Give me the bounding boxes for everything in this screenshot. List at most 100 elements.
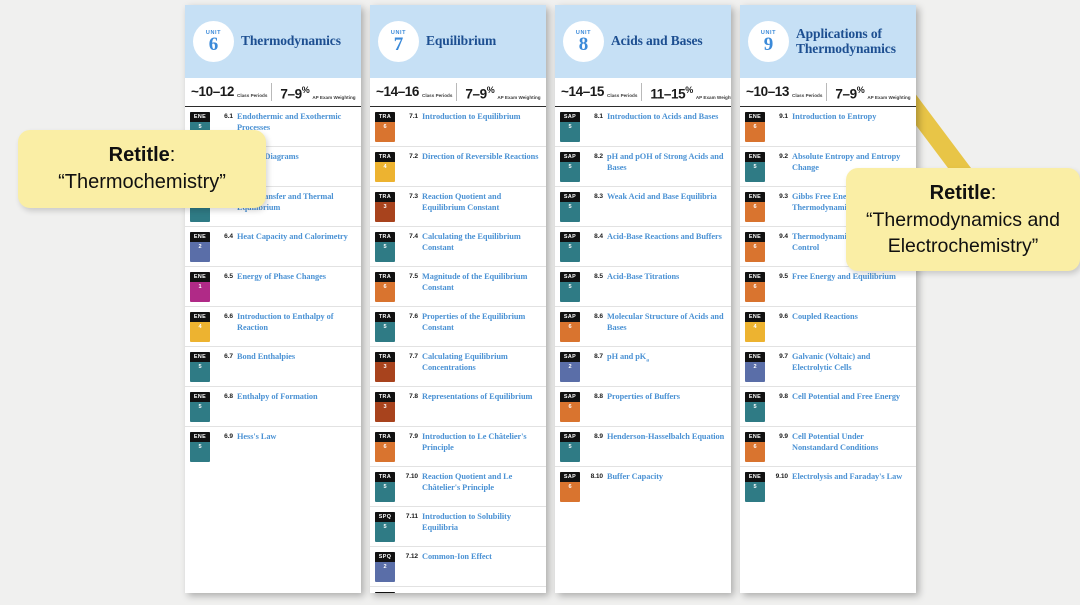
topic-row[interactable]: TRA 5 7.10 Reaction Quotient and Le Châteli… bbox=[370, 467, 546, 507]
topic-title[interactable]: Introduction to Equilibrium bbox=[422, 111, 521, 123]
topic-number: 7.13 bbox=[401, 591, 418, 593]
unit-card[interactable]: UNIT 6 Thermodynamics ~10–12 Class Periods 7–… bbox=[185, 5, 361, 593]
topic-row[interactable]: TRA 5 7.4 Calculating the Equilibrium Const… bbox=[370, 227, 546, 267]
topic-row[interactable]: ENE 5 9.8 Cell Potential and Free Energy bbox=[740, 387, 916, 427]
topic-row[interactable]: ENE 5 6.8 Enthalpy of Formation bbox=[185, 387, 361, 427]
topic-number: 8.1 bbox=[594, 113, 603, 120]
topic-row[interactable]: TRA 4 7.2 Direction of Reversible Reactions bbox=[370, 147, 546, 187]
topic-title[interactable]: Properties of Buffers bbox=[607, 391, 680, 403]
science-practice-number: 5 bbox=[198, 363, 202, 370]
topic-title[interactable]: Buffer Capacity bbox=[607, 471, 663, 483]
topic-title[interactable]: Reaction Quotient and Equilibrium Consta… bbox=[422, 191, 540, 213]
topic-title[interactable]: Introduction to Enthalpy of Reaction bbox=[237, 311, 355, 333]
topic-title[interactable]: Electrolysis and Faraday's Law bbox=[792, 471, 902, 483]
topic-row[interactable]: SAP 5 8.5 Acid-Base Titrations bbox=[555, 267, 731, 307]
topic-row[interactable]: SPQ2 7.13 pH and Solubility bbox=[370, 587, 546, 593]
topic-title[interactable]: Galvanic (Voltaic) and Electrolytic Cell… bbox=[792, 351, 910, 373]
topic-title[interactable]: Acid-Base Reactions and Buffers bbox=[607, 231, 722, 243]
topic-row[interactable]: SAP 5 8.2 pH and pOH of Strong Acids and Ba… bbox=[555, 147, 731, 187]
topic-row[interactable]: ENE 5 6.9 Hess's Law bbox=[185, 427, 361, 466]
topic-row[interactable]: TRA 6 7.5 Magnitude of the Equilibrium Cons… bbox=[370, 267, 546, 307]
big-idea-code: SAP bbox=[560, 432, 580, 442]
topic-title[interactable]: Cell Potential Under Nonstandard Conditi… bbox=[792, 431, 910, 453]
topic-title[interactable]: Hess's Law bbox=[237, 431, 276, 443]
topic-title[interactable]: Molecular Structure of Acids and Bases bbox=[607, 311, 725, 333]
topic-title[interactable]: pH and Solubility bbox=[422, 591, 484, 593]
topic-title[interactable]: Calculating the Equilibrium Constant bbox=[422, 231, 540, 253]
topic-row[interactable]: ENE 5 9.10 Electrolysis and Faraday's Law bbox=[740, 467, 916, 506]
ap-course-units-board: UNIT 6 Thermodynamics ~10–12 Class Periods 7–… bbox=[185, 5, 925, 593]
unit-card[interactable]: UNIT 9 Applications of Thermodynamics ~10–1… bbox=[740, 5, 916, 593]
topic-row[interactable]: TRA 6 7.9 Introduction to Le Châtelier's Pr… bbox=[370, 427, 546, 467]
topic-row[interactable]: SPQ 5 7.11 Introduction to Solubility Equil… bbox=[370, 507, 546, 547]
topic-title[interactable]: Bond Enthalpies bbox=[237, 351, 295, 363]
big-idea-code: TRA bbox=[375, 192, 395, 202]
topic-row[interactable]: ENE 1 6.5 Energy of Phase Changes bbox=[185, 267, 361, 307]
big-idea-tag: ENE 6 bbox=[745, 232, 765, 262]
topic-row[interactable]: TRA 3 7.8 Representations of Equilibrium bbox=[370, 387, 546, 427]
topic-title[interactable]: Common-Ion Effect bbox=[422, 551, 492, 563]
topic-title-subscript: a bbox=[646, 357, 649, 364]
topic-title[interactable]: Introduction to Le Châtelier's Principle bbox=[422, 431, 540, 453]
topic-row[interactable]: ENE 5 6.7 Bond Enthalpies bbox=[185, 347, 361, 387]
topic-row[interactable]: SAP 6 8.10 Buffer Capacity bbox=[555, 467, 731, 506]
big-idea-tag: SAP 5 bbox=[560, 112, 580, 142]
science-practice-number: 6 bbox=[753, 243, 757, 250]
topic-title[interactable]: pH and pKa bbox=[607, 351, 649, 366]
topic-title[interactable]: Coupled Reactions bbox=[792, 311, 858, 323]
topic-row[interactable]: SAP 5 8.9 Henderson-Hasselbalch Equation bbox=[555, 427, 731, 467]
unit-card[interactable]: UNIT 8 Acids and Bases ~14–15 Class Periods 1… bbox=[555, 5, 731, 593]
topic-number: 7.6 bbox=[409, 313, 418, 320]
topic-title[interactable]: pH and pOH of Strong Acids and Bases bbox=[607, 151, 725, 173]
topic-title[interactable]: Henderson-Hasselbalch Equation bbox=[607, 431, 724, 443]
sticky-note-retitle-unit9[interactable]: Retitle: “Thermodynamics and Electrochem… bbox=[846, 168, 1080, 271]
topic-row[interactable]: SAP 6 8.6 Molecular Structure of Acids and … bbox=[555, 307, 731, 347]
topic-title[interactable]: Representations of Equilibrium bbox=[422, 391, 532, 403]
topic-row[interactable]: ENE 4 6.6 Introduction to Enthalpy of React… bbox=[185, 307, 361, 347]
big-idea-code: ENE bbox=[745, 472, 765, 482]
topic-title[interactable]: Energy of Phase Changes bbox=[237, 271, 326, 283]
topic-row[interactable]: ENE 2 9.7 Galvanic (Voltaic) and Electrolyt… bbox=[740, 347, 916, 387]
science-practice-number: 5 bbox=[568, 163, 572, 170]
topic-title-text: Introduction to Le Châtelier's Principle bbox=[422, 432, 527, 452]
topic-row[interactable]: SAP 2 8.7 pH and pKa bbox=[555, 347, 731, 387]
unit-card[interactable]: UNIT 7 Equilibrium ~14–16 Class Periods 7–9% A… bbox=[370, 5, 546, 593]
topic-title[interactable]: Reaction Quotient and Le Châtelier's Pri… bbox=[422, 471, 540, 493]
topic-row[interactable]: SAP 5 8.4 Acid-Base Reactions and Buffers bbox=[555, 227, 731, 267]
topic-row[interactable]: SAP 5 8.3 Weak Acid and Base Equilibria bbox=[555, 187, 731, 227]
topic-title[interactable]: Free Energy and Equilibrium bbox=[792, 271, 896, 283]
topic-title[interactable]: Direction of Reversible Reactions bbox=[422, 151, 538, 163]
topic-row[interactable]: SPQ 2 7.12 Common-Ion Effect bbox=[370, 547, 546, 587]
topic-title[interactable]: Weak Acid and Base Equilibria bbox=[607, 191, 717, 203]
topic-title[interactable]: Cell Potential and Free Energy bbox=[792, 391, 900, 403]
topic-title[interactable]: Properties of the Equilibrium Constant bbox=[422, 311, 540, 333]
topic-title[interactable]: Calculating Equilibrium Concentrations bbox=[422, 351, 540, 373]
topic-row[interactable]: TRA 6 7.1 Introduction to Equilibrium bbox=[370, 107, 546, 147]
topic-number: 6.5 bbox=[224, 273, 233, 280]
topic-title-text: Magnitude of the Equilibrium Constant bbox=[422, 272, 528, 292]
topic-title[interactable]: Introduction to Entropy bbox=[792, 111, 876, 123]
topic-row[interactable]: ENE 6 9.5 Free Energy and Equilibrium bbox=[740, 267, 916, 307]
class-periods-label: Class Periods bbox=[422, 92, 453, 98]
topic-row[interactable]: ENE 4 9.6 Coupled Reactions bbox=[740, 307, 916, 347]
topic-row[interactable]: TRA 3 7.7 Calculating Equilibrium Concentra… bbox=[370, 347, 546, 387]
topic-row[interactable]: TRA 3 7.3 Reaction Quotient and Equilibrium… bbox=[370, 187, 546, 227]
big-idea-code: ENE bbox=[745, 112, 765, 122]
topic-title[interactable]: Introduction to Acids and Bases bbox=[607, 111, 718, 123]
topic-title[interactable]: Acid-Base Titrations bbox=[607, 271, 679, 283]
class-periods-stat: ~14–16 Class Periods bbox=[376, 85, 456, 99]
big-idea-code: SPQ bbox=[375, 512, 395, 522]
science-practice-number: 1 bbox=[198, 283, 202, 290]
science-practice-number: 6 bbox=[383, 283, 387, 290]
topic-row[interactable]: SAP 5 8.1 Introduction to Acids and Bases bbox=[555, 107, 731, 147]
topic-title[interactable]: Heat Capacity and Calorimetry bbox=[237, 231, 348, 243]
sticky-note-retitle-unit6[interactable]: Retitle: “Thermochemistry” bbox=[18, 130, 266, 208]
topic-row[interactable]: TRA 5 7.6 Properties of the Equilibrium Con… bbox=[370, 307, 546, 347]
topic-row[interactable]: ENE 6 9.9 Cell Potential Under Nonstandard … bbox=[740, 427, 916, 467]
topic-title[interactable]: Magnitude of the Equilibrium Constant bbox=[422, 271, 540, 293]
topic-row[interactable]: ENE 2 6.4 Heat Capacity and Calorimetry bbox=[185, 227, 361, 267]
topic-title[interactable]: Enthalpy of Formation bbox=[237, 391, 318, 403]
topic-title[interactable]: Introduction to Solubility Equilibria bbox=[422, 511, 540, 533]
topic-row[interactable]: ENE 6 9.1 Introduction to Entropy bbox=[740, 107, 916, 147]
topic-row[interactable]: SAP 6 8.8 Properties of Buffers bbox=[555, 387, 731, 427]
